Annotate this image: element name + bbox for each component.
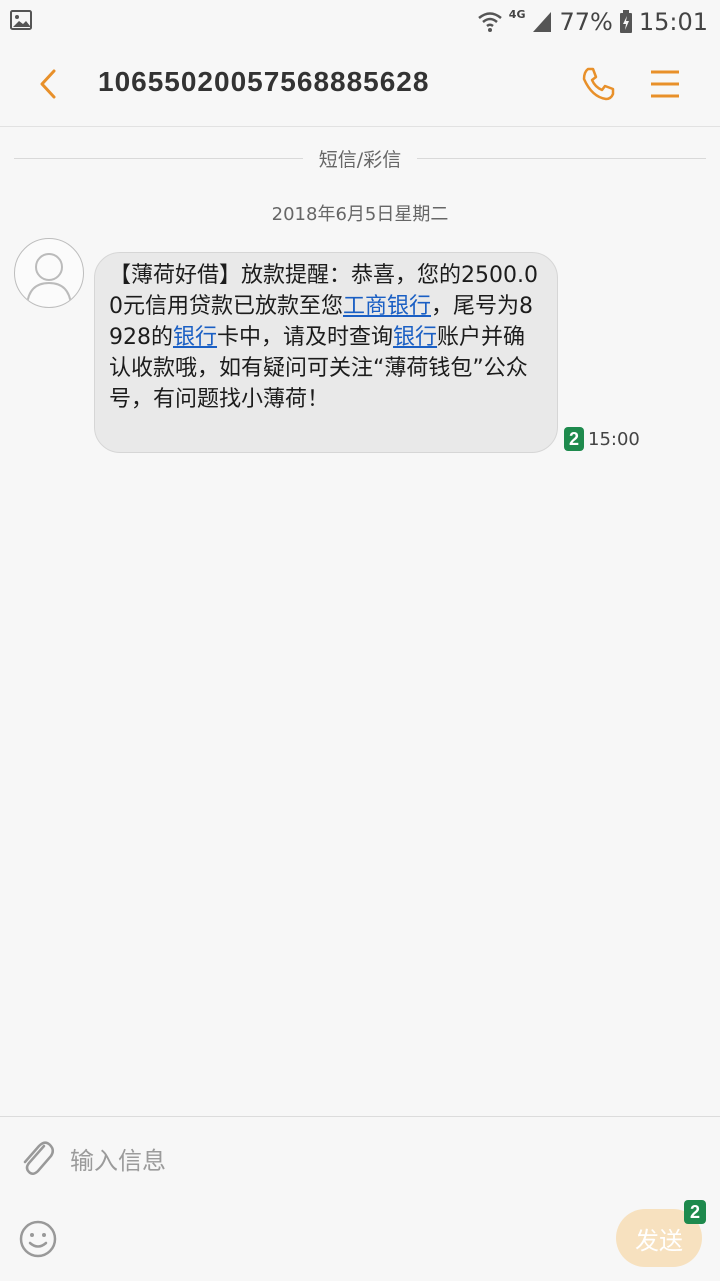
sim-badge: 2 (564, 427, 584, 451)
message-meta: 2 15:00 (564, 427, 640, 451)
message-text: 卡中，请及时查询 (217, 325, 394, 350)
status-bar: 4G 77% 15:01 (0, 0, 720, 44)
section-divider: 短信/彩信 (14, 140, 706, 176)
battery-percent: 77% (559, 8, 613, 36)
paperclip-icon[interactable] (18, 1137, 56, 1179)
back-button[interactable] (30, 66, 66, 102)
message-time: 15:00 (588, 428, 640, 450)
message-bubble[interactable]: 【薄荷好借】放款提醒：恭喜，您的2500.00元信用贷款已放款至您工商银行，尾号… (94, 252, 558, 453)
wifi-icon (478, 12, 502, 32)
image-notification-icon (10, 10, 32, 30)
clock: 15:01 (638, 8, 708, 36)
contact-number: 10655020057568885628 (98, 66, 430, 97)
message-link[interactable]: 银行 (393, 325, 437, 350)
signal-icon (533, 12, 552, 32)
date-label: 2018年6月5日星期二 (271, 204, 449, 225)
divider-line (14, 157, 303, 159)
message-composer: 发送 (0, 1116, 720, 1281)
battery-charging-icon (619, 10, 632, 33)
chevron-left-icon (40, 69, 56, 99)
status-icons: 4G 77% 15:01 (477, 6, 708, 38)
conversation-header: 10655020057568885628 (0, 44, 720, 127)
message-type-label: 短信/彩信 (318, 148, 402, 171)
contact-avatar[interactable] (14, 238, 84, 308)
emoji-icon[interactable] (18, 1219, 58, 1259)
divider-line (417, 157, 706, 159)
network-type: 4G (508, 7, 526, 21)
message-link[interactable]: 银行 (173, 325, 217, 350)
send-sim-badge: 2 (684, 1200, 706, 1224)
phone-call-icon[interactable] (578, 64, 618, 104)
person-icon (26, 253, 72, 306)
menu-icon[interactable] (648, 64, 682, 104)
message-link[interactable]: 工商银行 (343, 294, 431, 319)
message-input[interactable] (68, 1137, 592, 1185)
